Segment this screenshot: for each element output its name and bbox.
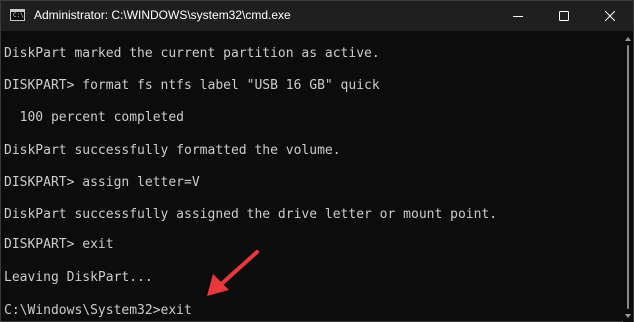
console-prompt-line: C:\Windows\System32>exit [4,303,192,318]
maximize-button[interactable] [541,1,587,31]
scroll-down-arrow-icon[interactable] [625,314,631,318]
scrollbar-thumb[interactable] [627,45,629,309]
console-line: 100 percent completed [4,110,185,125]
scroll-up-arrow-icon[interactable] [625,37,631,41]
console-line: DISKPART> assign letter=V [4,175,200,190]
console-output[interactable]: DiskPart marked the current partition as… [1,31,623,322]
red-arrow-annotation-icon [207,250,259,296]
vertical-scrollbar[interactable] [623,31,633,322]
cmd-window: C:\ Administrator: C:\WINDOWS\system32\c… [0,0,634,322]
cmd-icon: C:\ [10,9,25,21]
minimize-icon [513,16,523,17]
close-button[interactable] [587,1,633,31]
console-line: DiskPart marked the current partition as… [4,46,380,61]
console-line: DiskPart successfully formatted the volu… [4,143,341,158]
console-line: DISKPART> format fs ntfs label "USB 16 G… [4,78,380,93]
close-icon [605,11,615,21]
minimize-button[interactable] [495,1,541,31]
maximize-icon [559,11,569,21]
window-title: Administrator: C:\WINDOWS\system32\cmd.e… [34,8,291,22]
console-line: DISKPART> exit [4,237,114,252]
console-line: Leaving DiskPart... [4,270,153,285]
title-bar[interactable]: C:\ Administrator: C:\WINDOWS\system32\c… [1,1,633,31]
console-line: DiskPart successfully assigned the drive… [4,207,498,222]
